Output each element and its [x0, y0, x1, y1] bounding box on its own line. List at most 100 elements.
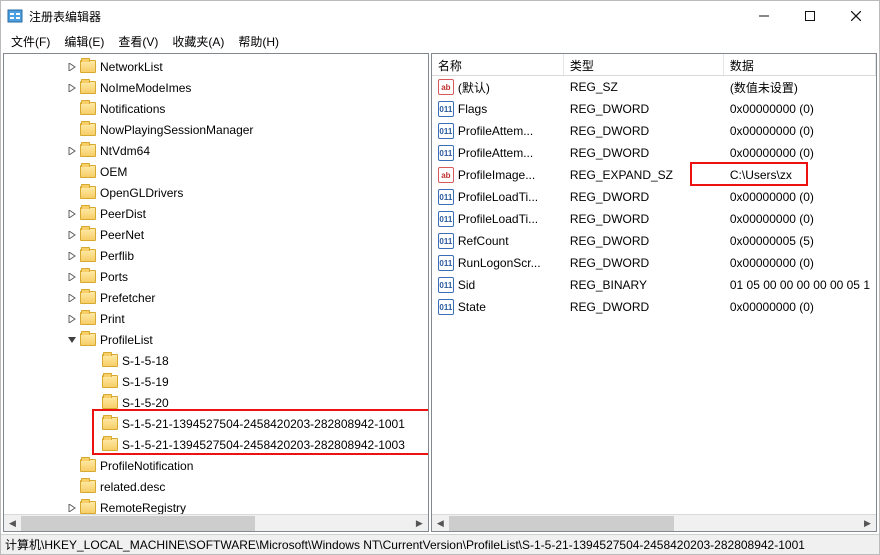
chevron-right-icon[interactable]	[64, 227, 80, 243]
value-name: RefCount	[458, 234, 509, 248]
value-row[interactable]: 011ProfileLoadTi...REG_DWORD0x00000000 (…	[432, 186, 876, 208]
scroll-right-icon[interactable]: ▶	[411, 515, 428, 532]
binary-value-icon: 011	[438, 299, 454, 315]
string-value-icon: ab	[438, 79, 454, 95]
value-row[interactable]: 011RunLogonScr...REG_DWORD0x00000000 (0)	[432, 252, 876, 274]
value-row[interactable]: 011ProfileAttem...REG_DWORD0x00000000 (0…	[432, 120, 876, 142]
registry-tree[interactable]: NetworkList NoImeModeImes Notifications Now…	[4, 56, 428, 514]
folder-icon	[102, 438, 118, 451]
header-data[interactable]: 数据	[724, 54, 876, 75]
tree-item[interactable]: Ports	[4, 266, 428, 287]
chevron-right-icon[interactable]	[64, 206, 80, 222]
value-name: ProfileLoadTi...	[458, 212, 538, 226]
value-row[interactable]: ab(默认)REG_SZ(数值未设置)	[432, 76, 876, 98]
value-row[interactable]: 011FlagsREG_DWORD0x00000000 (0)	[432, 98, 876, 120]
tree-item-label: Ports	[100, 270, 128, 284]
tree-item[interactable]: Notifications	[4, 98, 428, 119]
maximize-button[interactable]	[787, 1, 833, 31]
chevron-right-icon[interactable]	[64, 59, 80, 75]
tree-item[interactable]: OEM	[4, 161, 428, 182]
value-type: REG_DWORD	[564, 300, 724, 314]
chevron-right-icon[interactable]	[64, 311, 80, 327]
tree-item[interactable]: OpenGLDrivers	[4, 182, 428, 203]
folder-icon	[80, 228, 96, 241]
folder-icon	[80, 312, 96, 325]
tree-item[interactable]: PeerNet	[4, 224, 428, 245]
tree-item[interactable]: Perflib	[4, 245, 428, 266]
menu-favorites[interactable]: 收藏夹(A)	[166, 31, 230, 52]
chevron-down-icon[interactable]	[64, 332, 80, 348]
value-type: REG_BINARY	[564, 278, 724, 292]
tree-item[interactable]: S-1-5-18	[4, 350, 428, 371]
tree-item[interactable]: PeerDist	[4, 203, 428, 224]
tree-item[interactable]: S-1-5-19	[4, 371, 428, 392]
folder-icon	[102, 396, 118, 409]
tree-hscrollbar[interactable]: ◀ ▶	[4, 514, 428, 531]
tree-item[interactable]: S-1-5-21-1394527504-2458420203-282808942…	[4, 413, 428, 434]
scroll-left-icon[interactable]: ◀	[432, 515, 449, 532]
chevron-right-icon[interactable]	[64, 143, 80, 159]
menu-edit[interactable]: 编辑(E)	[58, 31, 110, 52]
chevron-right-icon[interactable]	[64, 80, 80, 96]
tree-item[interactable]: S-1-5-21-1394527504-2458420203-282808942…	[4, 434, 428, 455]
scroll-right-icon[interactable]: ▶	[859, 515, 876, 532]
values-list[interactable]: ab(默认)REG_SZ(数值未设置)011FlagsREG_DWORD0x00…	[432, 76, 876, 514]
value-row[interactable]: 011SidREG_BINARY01 05 00 00 00 00 00 05 …	[432, 274, 876, 296]
minimize-button[interactable]	[741, 1, 787, 31]
tree-item[interactable]: ProfileList	[4, 329, 428, 350]
tree-item-label: Notifications	[100, 102, 165, 116]
tree-item[interactable]: S-1-5-20	[4, 392, 428, 413]
tree-item[interactable]: NowPlayingSessionManager	[4, 119, 428, 140]
content-area: NetworkList NoImeModeImes Notifications Now…	[1, 51, 879, 534]
value-row[interactable]: 011ProfileAttem...REG_DWORD0x00000000 (0…	[432, 142, 876, 164]
tree-item-label: ProfileList	[100, 333, 153, 347]
chevron-right-icon[interactable]	[64, 248, 80, 264]
expander-none	[64, 101, 80, 117]
value-type: REG_DWORD	[564, 190, 724, 204]
tree-item[interactable]: Print	[4, 308, 428, 329]
folder-icon	[80, 144, 96, 157]
header-type[interactable]: 类型	[564, 54, 724, 75]
value-data: 0x00000000 (0)	[724, 190, 876, 204]
value-row[interactable]: 011ProfileLoadTi...REG_DWORD0x00000000 (…	[432, 208, 876, 230]
tree-item-label: NtVdm64	[100, 144, 150, 158]
tree-item-label: NoImeModeImes	[100, 81, 191, 95]
expander-none	[86, 353, 102, 369]
tree-item[interactable]: RemoteRegistry	[4, 497, 428, 514]
chevron-right-icon[interactable]	[64, 269, 80, 285]
tree-item-label: OEM	[100, 165, 127, 179]
tree-item-label: S-1-5-21-1394527504-2458420203-282808942…	[122, 438, 405, 452]
tree-item-label: Prefetcher	[100, 291, 155, 305]
chevron-right-icon[interactable]	[64, 500, 80, 515]
close-button[interactable]	[833, 1, 879, 31]
menu-view[interactable]: 查看(V)	[112, 31, 164, 52]
tree-item[interactable]: NtVdm64	[4, 140, 428, 161]
expander-none	[64, 458, 80, 474]
value-data: 0x00000000 (0)	[724, 124, 876, 138]
value-data: 0x00000000 (0)	[724, 300, 876, 314]
header-name[interactable]: 名称	[432, 54, 564, 75]
menu-file[interactable]: 文件(F)	[5, 31, 56, 52]
value-row[interactable]: 011StateREG_DWORD0x00000000 (0)	[432, 296, 876, 318]
window-controls	[741, 1, 879, 31]
expander-none	[86, 374, 102, 390]
tree-item[interactable]: Prefetcher	[4, 287, 428, 308]
chevron-right-icon[interactable]	[64, 290, 80, 306]
tree-item[interactable]: NetworkList	[4, 56, 428, 77]
statusbar: 计算机\HKEY_LOCAL_MACHINE\SOFTWARE\Microsof…	[1, 534, 879, 554]
scroll-left-icon[interactable]: ◀	[4, 515, 21, 532]
value-name: RunLogonScr...	[458, 256, 541, 270]
binary-value-icon: 011	[438, 277, 454, 293]
menu-help[interactable]: 帮助(H)	[232, 31, 285, 52]
value-row[interactable]: 011RefCountREG_DWORD0x00000005 (5)	[432, 230, 876, 252]
value-data: (数值未设置)	[724, 79, 876, 96]
tree-item[interactable]: related.desc	[4, 476, 428, 497]
tree-item[interactable]: ProfileNotification	[4, 455, 428, 476]
tree-item-label: NowPlayingSessionManager	[100, 123, 253, 137]
folder-icon	[102, 417, 118, 430]
value-row[interactable]: abProfileImage...REG_EXPAND_SZC:\Users\z…	[432, 164, 876, 186]
folder-icon	[80, 333, 96, 346]
values-hscrollbar[interactable]: ◀ ▶	[432, 514, 876, 531]
tree-item[interactable]: NoImeModeImes	[4, 77, 428, 98]
binary-value-icon: 011	[438, 101, 454, 117]
